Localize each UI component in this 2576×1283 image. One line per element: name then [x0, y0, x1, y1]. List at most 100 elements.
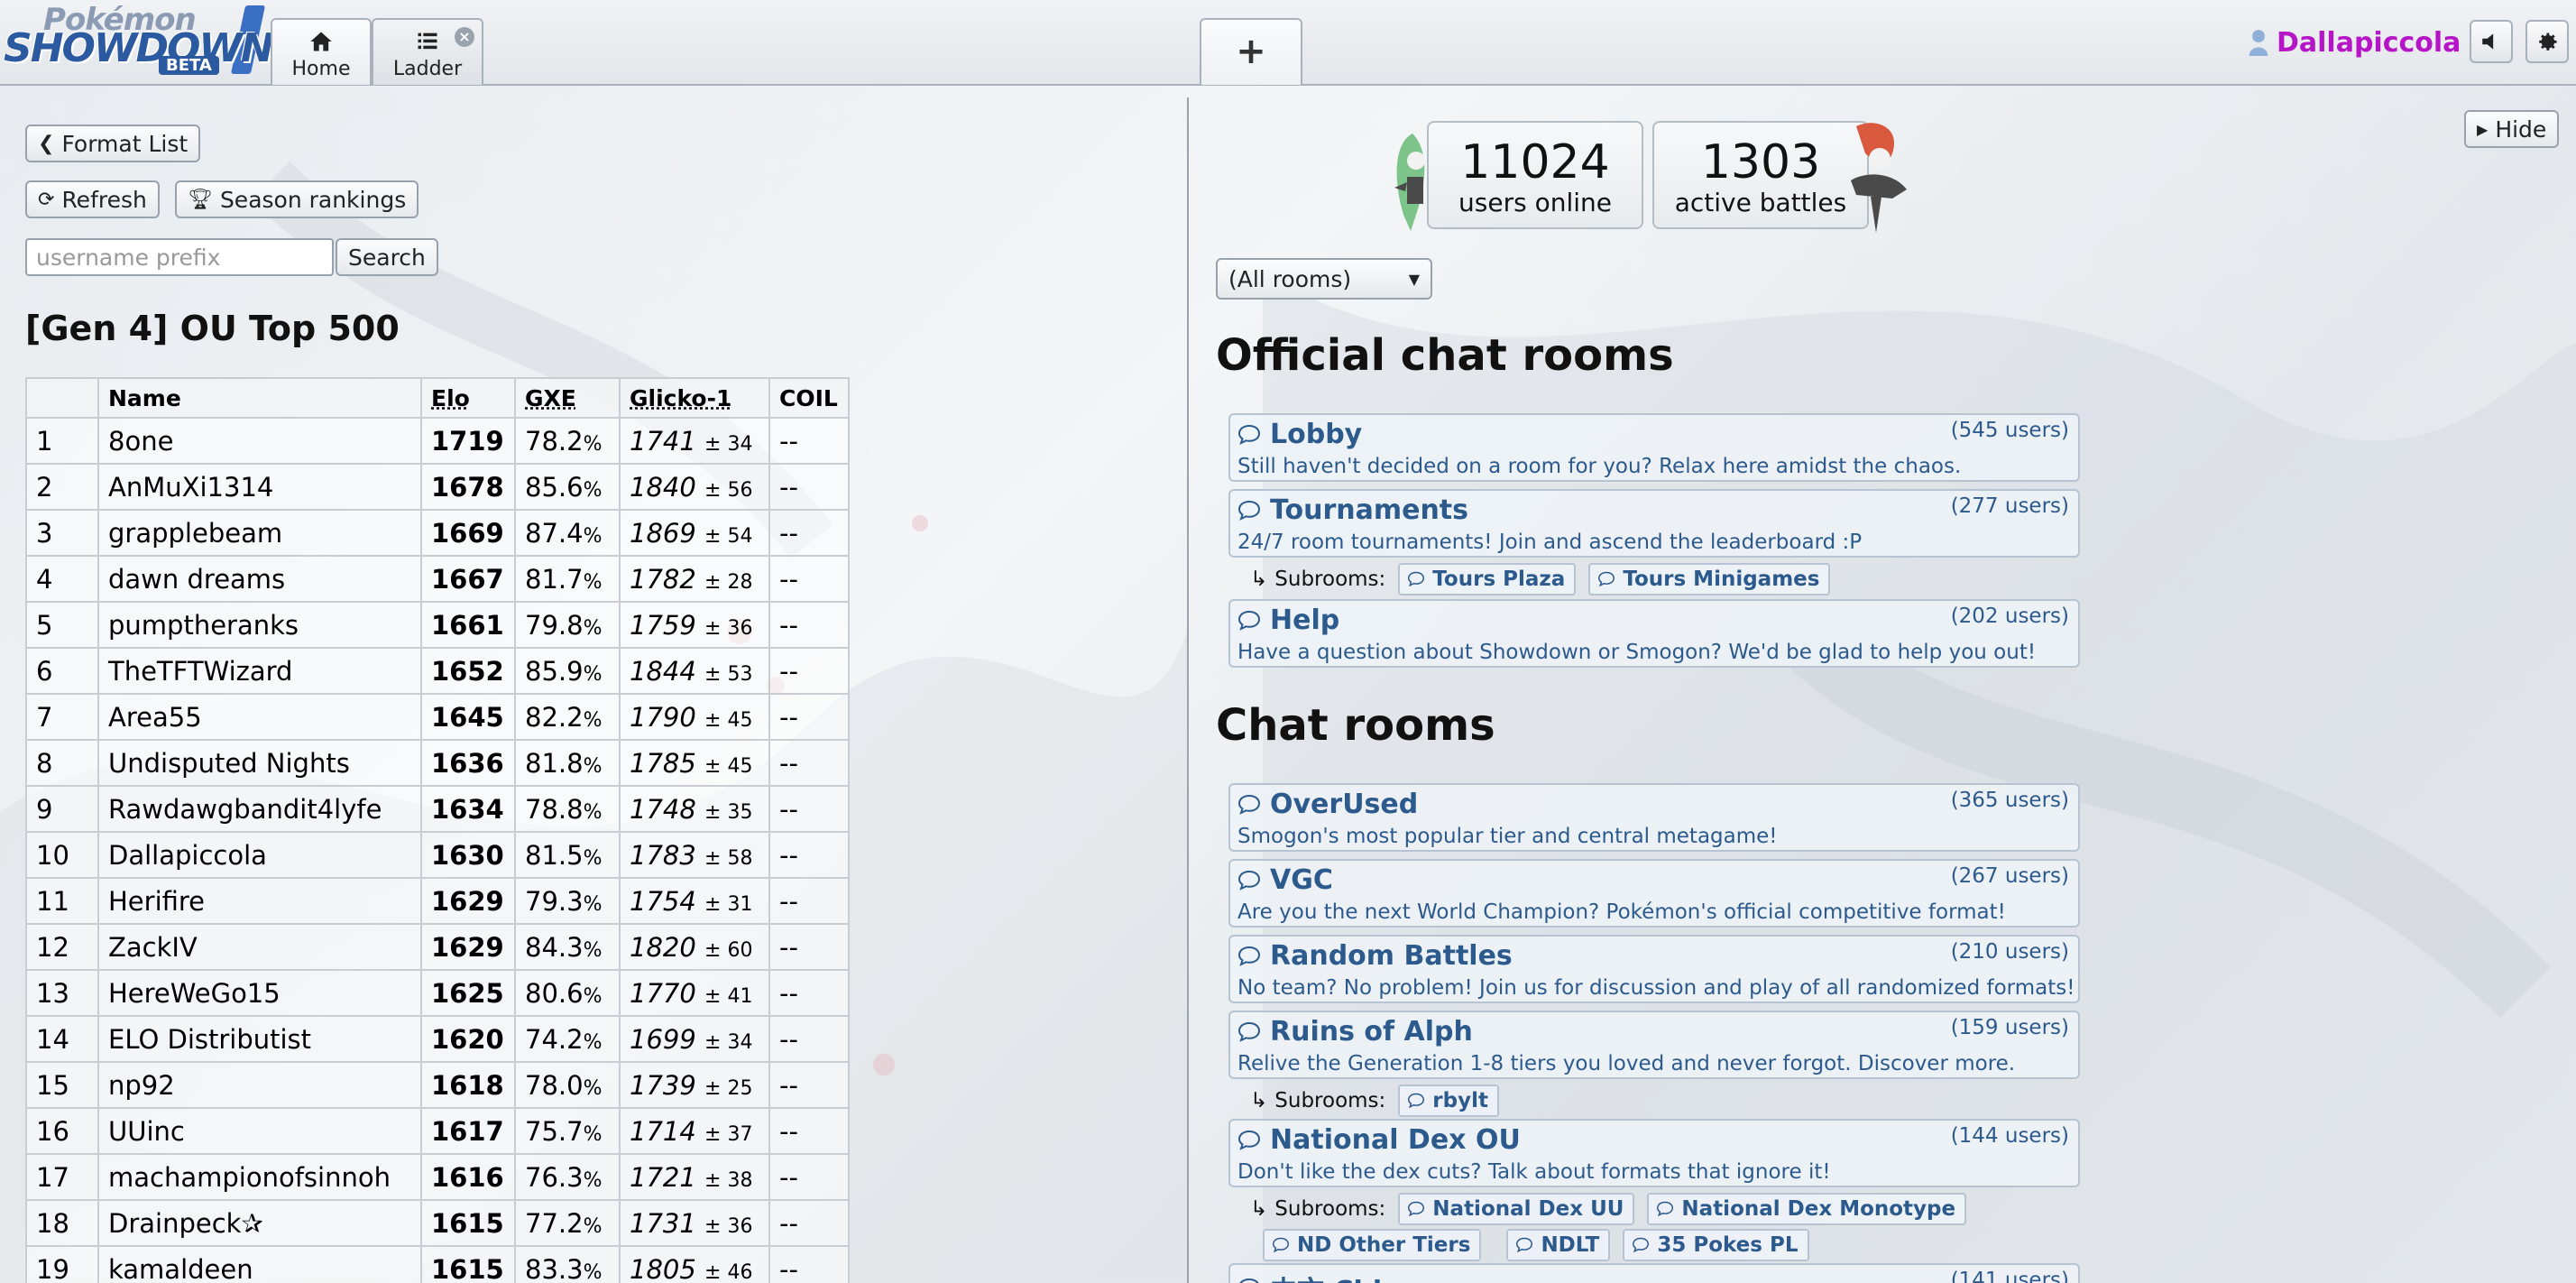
subroom-link[interactable]: NDLT	[1506, 1229, 1611, 1261]
chat-room-item[interactable]: Help (202 users) Have a question about Sho…	[1228, 599, 2080, 668]
elo-cell: 1645	[420, 693, 516, 741]
room-name[interactable]: National Dex OU	[1237, 1124, 1521, 1156]
room-name[interactable]: Tournaments	[1237, 494, 1468, 526]
subroom-link[interactable]: National Dex Monotype	[1647, 1193, 1967, 1225]
username[interactable]: Dallapiccola	[2277, 27, 2461, 59]
room-name-text: OverUsed	[1270, 789, 1419, 820]
chat-room-item[interactable]: VGC (267 users) Are you the next World Cha…	[1228, 859, 2080, 928]
chevron-down-icon: ▼	[1408, 270, 1420, 288]
room-name[interactable]: Random Battles	[1237, 940, 1513, 972]
chat-room-item[interactable]: National Dex OU (144 users) Don't like the…	[1228, 1119, 2080, 1187]
chat-room-item[interactable]: Tournaments (277 users) 24/7 room tourname…	[1228, 489, 2080, 558]
username-search-input[interactable]	[25, 238, 334, 276]
room-name[interactable]: Help	[1237, 605, 1339, 636]
gxe-cell: 81.7%	[514, 555, 621, 603]
official-rooms-title: Official chat rooms	[1216, 330, 1674, 381]
room-description: Are you the next World Champion? Pokémon…	[1237, 900, 2006, 924]
player-name-cell[interactable]: UUinc	[97, 1107, 422, 1155]
chat-bubble-icon	[1237, 794, 1261, 815]
room-name[interactable]: VGC	[1237, 864, 1333, 896]
player-name-cell[interactable]: Undisputed Nights	[97, 739, 422, 787]
col-gxe[interactable]: GXE	[514, 377, 621, 419]
chat-bubble-icon	[1272, 1237, 1290, 1253]
chat-room-item[interactable]: Ruins of Alph (159 users) Relive the Gener…	[1228, 1011, 2080, 1079]
elo-cell: 1629	[420, 923, 516, 971]
player-name-cell[interactable]: dawn dreams	[97, 555, 422, 603]
player-name-cell[interactable]: ZackIV	[97, 923, 422, 971]
player-name-cell[interactable]: Drainpeck✰	[97, 1199, 422, 1247]
refresh-button[interactable]: ⟳ Refresh	[25, 180, 160, 218]
refresh-label: Refresh	[61, 186, 147, 213]
subroom-link[interactable]: rbylt	[1398, 1085, 1499, 1117]
room-name[interactable]: OverUsed	[1237, 789, 1418, 820]
glicko-cell: 1754 ± 31	[619, 877, 770, 925]
chat-room-item[interactable]: 中文 Chinese (141 users)	[1228, 1263, 2080, 1283]
close-tab-icon[interactable]: ×	[455, 27, 474, 47]
coil-cell: --	[768, 463, 850, 511]
tab-ladder[interactable]: Ladder ×	[372, 18, 483, 85]
player-name-cell[interactable]: AnMuXi1314	[97, 463, 422, 511]
subroom-link[interactable]: 35 Pokes PL	[1623, 1229, 1809, 1261]
glicko-cell: 1869 ± 54	[619, 509, 770, 557]
user-icon	[2249, 30, 2268, 56]
chat-bubble-icon	[1633, 1237, 1650, 1253]
room-filter-select[interactable]: (All rooms) ▼	[1216, 258, 1432, 300]
pokemon-showdown-logo[interactable]: Pokémon SHOWDOWN BETA	[4, 2, 274, 78]
player-name-cell[interactable]: Rawdawgbandit4lyfe	[97, 785, 422, 833]
room-name[interactable]: Ruins of Alph	[1237, 1016, 1473, 1048]
player-name-cell[interactable]: Area55	[97, 693, 422, 741]
col-glicko[interactable]: Glicko-1	[619, 377, 770, 419]
player-name-cell[interactable]: ELO Distributist	[97, 1015, 422, 1063]
chat-room-item[interactable]: Lobby (545 users) Still haven't decided on…	[1228, 413, 2080, 482]
active-battles-box: 1303 active battles	[1652, 121, 1869, 229]
subroom-link[interactable]: Tours Plaza	[1398, 563, 1577, 595]
chevron-left-icon: ❮	[38, 132, 55, 155]
player-name-cell[interactable]: HereWeGo15	[97, 969, 422, 1017]
chat-bubble-icon	[1237, 870, 1261, 891]
room-name[interactable]: Lobby	[1237, 419, 1362, 450]
hide-button[interactable]: ▶ Hide	[2464, 110, 2560, 148]
player-name-cell[interactable]: Dallapiccola	[97, 831, 422, 879]
player-name-cell[interactable]: Herifire	[97, 877, 422, 925]
sound-button[interactable]	[2470, 20, 2513, 63]
chat-room-item[interactable]: Random Battles (210 users) No team? No pro…	[1228, 935, 2080, 1003]
coil-cell: --	[768, 647, 850, 695]
new-tab-button[interactable]: +	[1200, 18, 1302, 85]
glicko-cell: 1783 ± 58	[619, 831, 770, 879]
elo-cell: 1661	[420, 601, 516, 649]
subroom-link[interactable]: ND Other Tiers	[1263, 1229, 1482, 1261]
settings-button[interactable]	[2525, 20, 2569, 63]
coil-cell: --	[768, 1199, 850, 1247]
users-online-label: users online	[1458, 188, 1612, 217]
gxe-cell: 84.3%	[514, 923, 621, 971]
subroom-link[interactable]: Tours Minigames	[1588, 563, 1831, 595]
gxe-cell: 78.0%	[514, 1061, 621, 1109]
player-name-cell[interactable]: grapplebeam	[97, 509, 422, 557]
subroom-name: Tours Minigames	[1623, 568, 1820, 591]
chat-room-item[interactable]: OverUsed (365 users) Smogon's most popular…	[1228, 783, 2080, 852]
coil-cell: --	[768, 601, 850, 649]
user-menu[interactable]: Dallapiccola	[2248, 23, 2461, 61]
player-name-cell[interactable]: kamaldeen	[97, 1245, 422, 1283]
table-row: 13 HereWeGo15 1625 80.6% 1770 ± 41 --	[25, 969, 850, 1017]
table-row: 2 AnMuXi1314 1678 85.6% 1840 ± 56 --	[25, 463, 850, 511]
pane-divider[interactable]	[1187, 97, 1189, 1283]
search-button[interactable]: Search	[336, 238, 438, 276]
subrooms-label: Subrooms:	[1274, 1197, 1386, 1221]
tab-home[interactable]: Home	[271, 18, 372, 85]
player-name-cell[interactable]: machampionofsinnoh	[97, 1153, 422, 1201]
subrooms-row: ↳ Subrooms: Tours Plaza Tours Minigames	[1250, 561, 2080, 597]
room-user-count: (144 users)	[1950, 1124, 2069, 1148]
room-name[interactable]: 中文 Chinese	[1237, 1269, 1454, 1283]
room-description: No team? No problem! Join us for discuss…	[1237, 976, 2075, 1000]
rank-cell: 7	[25, 693, 99, 741]
season-rankings-button[interactable]: 🏆︎ Season rankings	[175, 180, 419, 218]
active-battles-label: active battles	[1674, 188, 1847, 217]
subroom-link[interactable]: National Dex UU	[1398, 1193, 1635, 1225]
col-elo[interactable]: Elo	[420, 377, 516, 419]
player-name-cell[interactable]: pumptheranks	[97, 601, 422, 649]
player-name-cell[interactable]: TheTFTWizard	[97, 647, 422, 695]
player-name-cell[interactable]: np92	[97, 1061, 422, 1109]
player-name-cell[interactable]: 8one	[97, 417, 422, 465]
format-list-button[interactable]: ❮ Format List	[25, 125, 201, 162]
